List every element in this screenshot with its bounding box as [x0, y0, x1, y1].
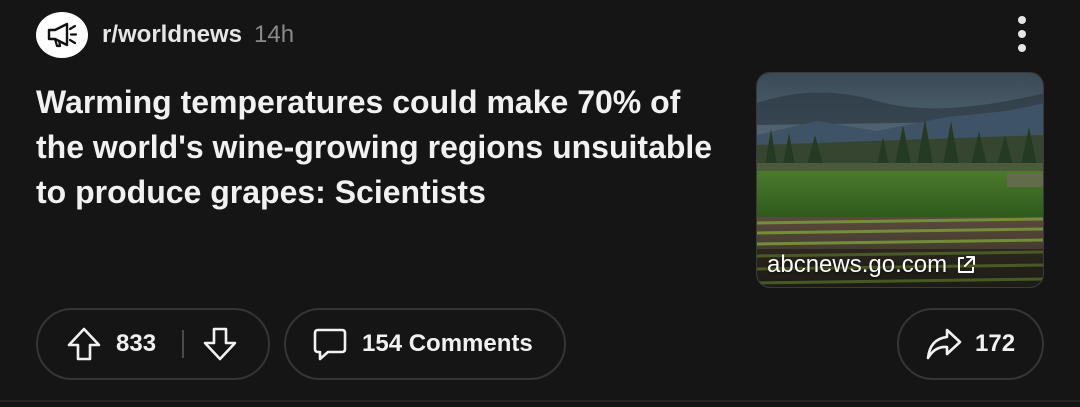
arrow-down-icon: [203, 327, 237, 361]
share-arrow-icon: [925, 325, 963, 363]
comments-button[interactable]: 154 Comments: [284, 308, 566, 380]
share-count: 172: [975, 330, 1016, 357]
comments-count-label: 154 Comments: [362, 330, 533, 357]
post-card[interactable]: r/worldnews 14h Warming temperatures cou…: [0, 0, 1080, 407]
more-options-button[interactable]: [1004, 14, 1040, 54]
subreddit-avatar[interactable]: [36, 12, 88, 58]
share-button[interactable]: 172: [897, 308, 1044, 380]
post-title[interactable]: Warming temperatures could make 70% of t…: [36, 80, 736, 215]
link-domain-label: abcnews.go.com: [767, 251, 948, 278]
link-domain[interactable]: abcnews.go.com: [767, 251, 977, 279]
upvote-button[interactable]: [66, 326, 102, 362]
kebab-menu-icon: [1018, 16, 1026, 52]
link-thumbnail[interactable]: abcnews.go.com: [756, 72, 1044, 288]
downvote-button[interactable]: [202, 326, 238, 362]
megaphone-icon: [47, 22, 78, 48]
post-age: 14h: [254, 21, 295, 48]
arrow-up-icon: [67, 327, 101, 361]
external-link-icon: [958, 256, 976, 273]
vote-score: 833: [116, 330, 157, 357]
subreddit-name[interactable]: r/worldnews: [102, 21, 242, 49]
vote-bar: 833: [36, 308, 270, 380]
post-divider: [0, 400, 1080, 402]
post-header: r/worldnews 14h: [36, 12, 294, 58]
comment-bubble-icon: [312, 326, 348, 362]
vote-divider: [182, 330, 185, 358]
